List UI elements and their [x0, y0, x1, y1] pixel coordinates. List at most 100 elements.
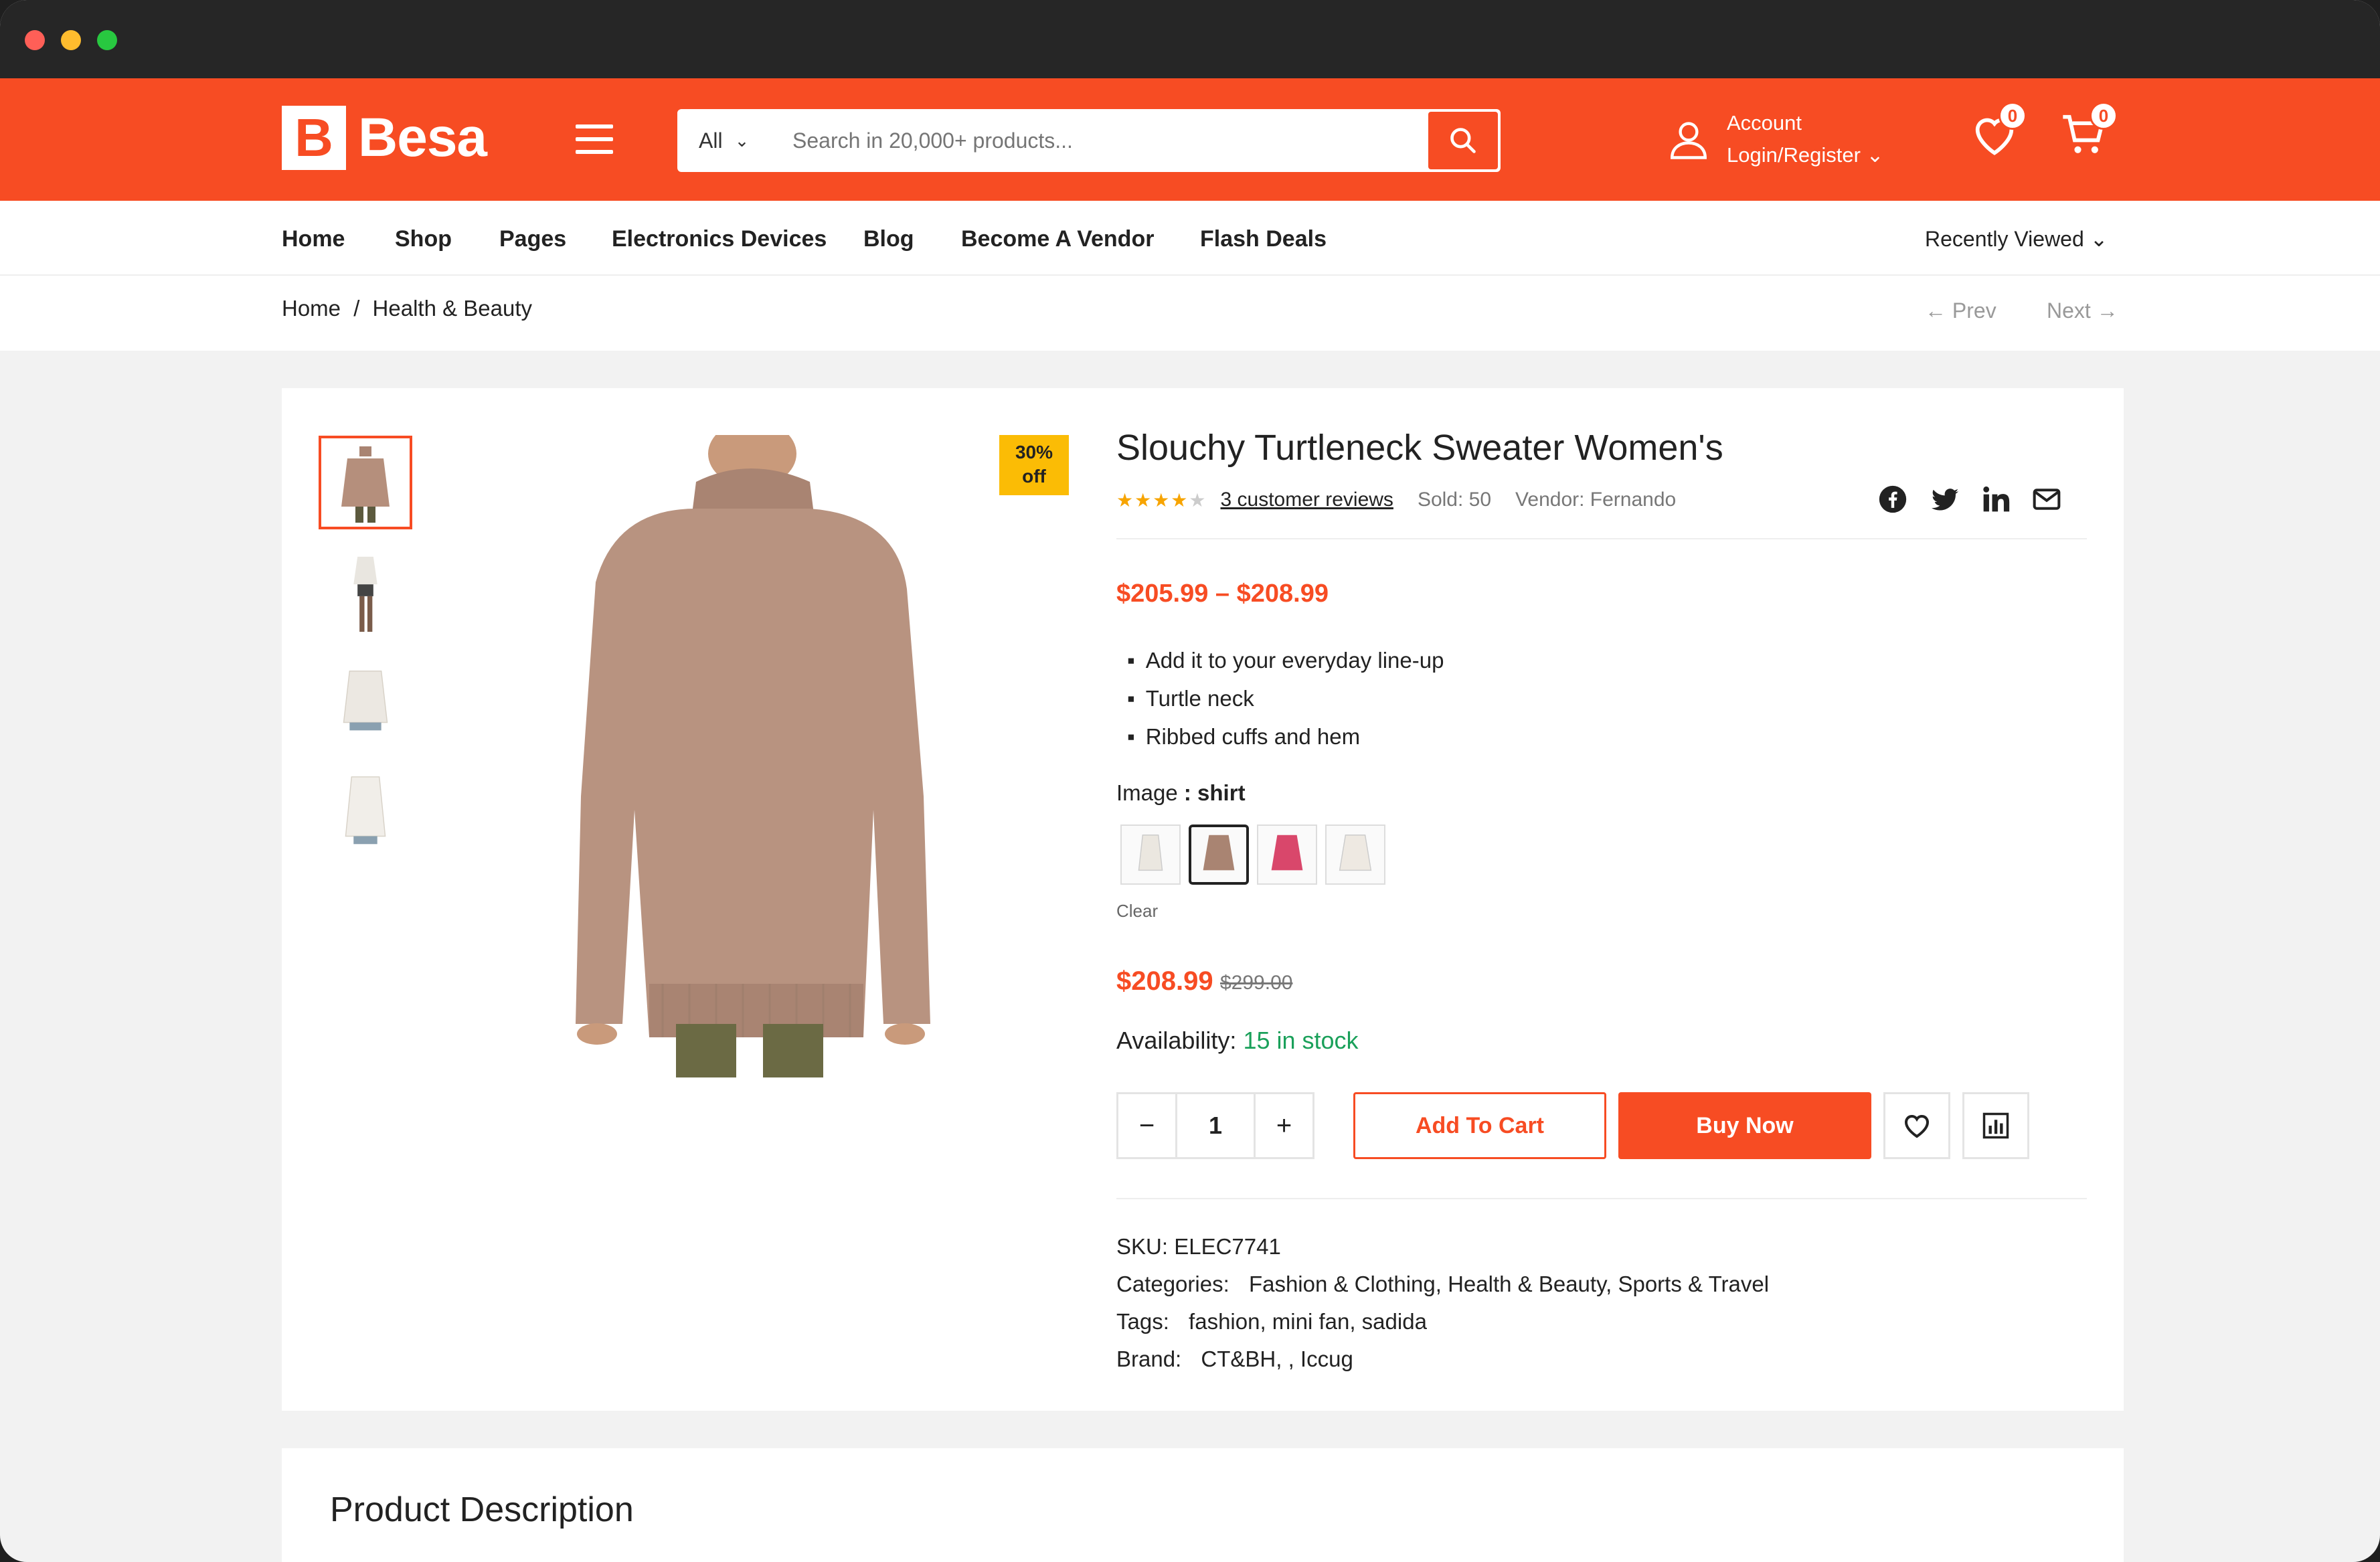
arrow-right-icon: →	[2096, 298, 2118, 323]
original-price: $299.00	[1220, 972, 1293, 994]
search-input[interactable]	[792, 121, 1395, 160]
site-logo[interactable]: B Besa	[282, 106, 487, 170]
add-to-wishlist-button[interactable]	[1883, 1092, 1950, 1159]
mail-icon[interactable]	[2032, 485, 2061, 514]
account-label: Account	[1727, 111, 1802, 135]
brand-links[interactable]: CT&BH, , Iccug	[1201, 1347, 1353, 1371]
vendor-name: Vendor: Fernando	[1515, 489, 1677, 511]
increase-quantity-button[interactable]: +	[1254, 1094, 1312, 1157]
nav-item-home[interactable]: Home	[282, 226, 345, 252]
cream-sweater-swatch-image	[1339, 835, 1372, 871]
menu-icon[interactable]	[576, 124, 613, 154]
white-sweater-thumbnail-image	[345, 776, 386, 845]
twitter-icon[interactable]	[1930, 485, 1960, 514]
categories-links[interactable]: Fashion & Clothing, Health & Beauty, Spo…	[1249, 1272, 1769, 1296]
facebook-icon[interactable]	[1878, 485, 1907, 514]
minimize-window-button[interactable]	[61, 30, 81, 50]
feature-item: Add it to your everyday line-up	[1127, 641, 1444, 679]
product-meta: ★★★★★ 3 customer reviews Sold: 50 Vendor…	[1116, 489, 1676, 511]
product-thumbnail[interactable]	[319, 766, 412, 859]
main-nav: Home Shop Pages Electronics Devices Blog…	[0, 201, 2380, 276]
compare-icon	[1982, 1112, 2009, 1139]
login-register-link[interactable]: Login/Register ⌄	[1727, 139, 1884, 171]
variation-label: Image : shirt	[1116, 780, 1246, 805]
search-category-value: All	[699, 128, 723, 153]
cart-button[interactable]: 0	[2059, 102, 2118, 162]
variation-value: shirt	[1197, 780, 1246, 805]
search-bar: All ⌄	[677, 109, 1501, 172]
product-thumbnail[interactable]	[319, 436, 412, 529]
compare-button[interactable]	[1962, 1092, 2029, 1159]
nav-item-electronics-devices[interactable]: Electronics Devices	[612, 226, 827, 252]
pink-sweater-swatch-image	[1271, 835, 1303, 871]
stock-status: 15 in stock	[1243, 1027, 1359, 1054]
quantity-input[interactable]: 1	[1177, 1094, 1254, 1157]
categories-label: Categories:	[1116, 1272, 1229, 1296]
divider	[1116, 538, 2087, 539]
clear-variation-link[interactable]: Clear	[1116, 901, 1158, 922]
product-thumbnail[interactable]	[319, 545, 412, 639]
recently-viewed-dropdown[interactable]: Recently Viewed ⌄	[1925, 226, 2108, 252]
next-product-link[interactable]: Next →	[2047, 298, 2118, 323]
linkedin-icon[interactable]	[1981, 485, 2011, 514]
description-card: Product Description	[282, 1448, 2124, 1562]
sweater-thumbnail-image	[341, 446, 390, 523]
price-range: $205.99 – $208.99	[1116, 580, 1329, 608]
variation-swatch[interactable]	[1257, 825, 1317, 885]
breadcrumb-bar: Home / Health & Beauty ← Prev Next →	[0, 276, 2380, 351]
heart-icon	[1905, 1114, 1929, 1138]
variation-swatch[interactable]	[1189, 825, 1249, 885]
rating-stars: ★★★★★	[1116, 489, 1207, 511]
variation-swatch[interactable]	[1325, 825, 1385, 885]
browser-window: B Besa All ⌄ Account Login/Register ⌄ 0 …	[0, 0, 2380, 1562]
tags-links[interactable]: fashion, mini fan, sadida	[1189, 1309, 1427, 1334]
cart-count-badge: 0	[2090, 102, 2118, 130]
window-titlebar	[0, 0, 2380, 78]
add-to-cart-button[interactable]: Add To Cart	[1353, 1092, 1606, 1159]
breadcrumb-home-link[interactable]: Home	[282, 296, 341, 321]
brand-label: Brand:	[1116, 1347, 1182, 1371]
nav-item-shop[interactable]: Shop	[395, 226, 452, 252]
sku-value: ELEC7741	[1174, 1234, 1281, 1259]
brown-sweater-swatch-image	[1203, 835, 1235, 871]
nav-item-pages[interactable]: Pages	[499, 226, 566, 252]
variation-swatch[interactable]	[1120, 825, 1181, 885]
chevron-down-icon: ⌄	[734, 130, 750, 151]
wishlist-button[interactable]: 0	[1969, 102, 2027, 162]
wishlist-count-badge: 0	[1999, 102, 2027, 130]
reviews-link[interactable]: 3 customer reviews	[1221, 489, 1393, 511]
quantity-stepper: − 1 +	[1116, 1092, 1314, 1159]
decrease-quantity-button[interactable]: −	[1118, 1094, 1177, 1157]
product-thumbnail[interactable]	[319, 656, 412, 750]
maximize-window-button[interactable]	[97, 30, 117, 50]
divider	[1116, 1198, 2087, 1199]
buy-now-button[interactable]: Buy Now	[1618, 1092, 1871, 1159]
sku-label: SKU:	[1116, 1234, 1169, 1259]
discount-badge: 30% off	[999, 435, 1069, 495]
chevron-down-icon: ⌄	[1866, 143, 1884, 167]
product-main-image[interactable]	[549, 435, 950, 1077]
user-icon	[1671, 122, 1707, 159]
logo-text: Besa	[358, 107, 487, 168]
nav-item-flash-deals[interactable]: Flash Deals	[1200, 226, 1327, 252]
search-category-select[interactable]: All ⌄	[699, 112, 749, 169]
white-top-thumbnail-image	[353, 556, 377, 632]
chevron-down-icon: ⌄	[2090, 227, 2108, 251]
prev-product-link[interactable]: ← Prev	[1925, 298, 1996, 323]
close-window-button[interactable]	[25, 30, 45, 50]
cream-sweater-thumbnail-image	[343, 670, 388, 731]
feature-item: Ribbed cuffs and hem	[1127, 717, 1444, 756]
feature-item: Turtle neck	[1127, 679, 1444, 717]
account-menu[interactable]: Account Login/Register ⌄	[1667, 107, 1884, 171]
brand-row: Brand: CT&BH, , Iccug	[1116, 1347, 1353, 1372]
nav-item-blog[interactable]: Blog	[863, 226, 914, 252]
current-price: $208.99	[1116, 966, 1213, 996]
sku-row: SKU: ELEC7741	[1116, 1234, 1281, 1260]
sold-count: Sold: 50	[1417, 489, 1492, 511]
breadcrumb-separator: /	[353, 296, 360, 321]
nav-item-become-a-vendor[interactable]: Become A Vendor	[961, 226, 1154, 252]
description-title: Product Description	[330, 1490, 634, 1529]
tags-label: Tags:	[1116, 1309, 1169, 1334]
breadcrumb: Home / Health & Beauty	[282, 296, 532, 321]
search-button[interactable]	[1428, 112, 1498, 169]
